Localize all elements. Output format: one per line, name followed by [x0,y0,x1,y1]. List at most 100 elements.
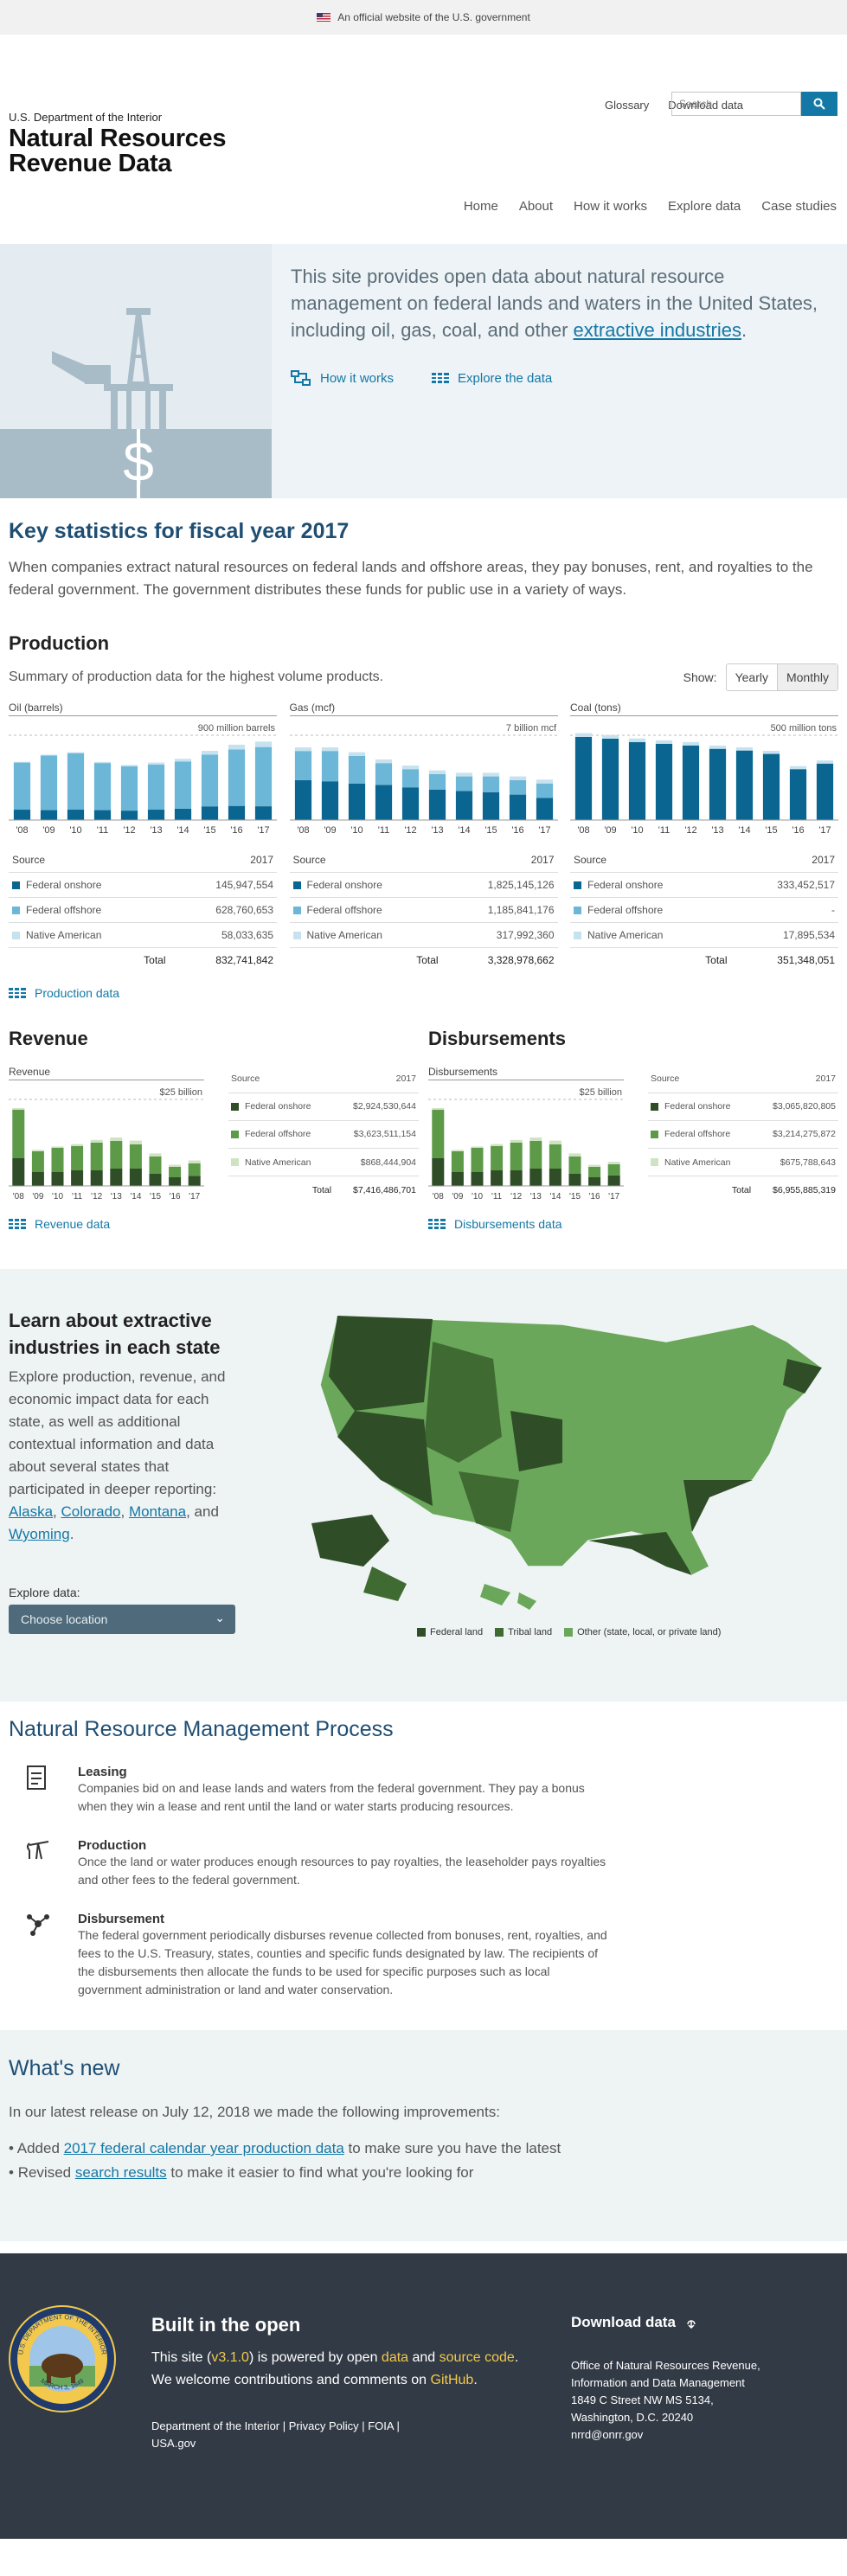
bar-segment[interactable] [12,1110,25,1158]
bar-segment[interactable] [174,759,192,762]
bar-segment[interactable] [510,1143,523,1170]
bar-segment[interactable] [401,787,419,820]
search-input[interactable]: Search [671,92,801,116]
bar-segment[interactable] [510,1139,523,1143]
bar-segment[interactable] [13,810,31,820]
disbursements-data-link[interactable]: Disbursements data [428,1217,838,1231]
bar-segment[interactable] [455,776,472,791]
bar-segment[interactable] [428,773,446,790]
version-link[interactable]: v3.1.0 [211,2350,249,2365]
bar-segment[interactable] [510,1170,523,1186]
colorado-link[interactable]: Colorado [61,1503,120,1520]
bar-segment[interactable] [169,1167,182,1177]
bar-segment[interactable] [709,748,727,820]
bar-segment[interactable] [174,761,192,809]
bar-segment[interactable] [188,1163,201,1176]
bar-segment[interactable] [254,747,273,807]
bar-segment[interactable] [375,759,392,764]
bar-segment[interactable] [682,741,700,746]
email-link[interactable]: nrrd@onrr.gov [571,2426,760,2444]
bar-segment[interactable] [401,766,419,770]
bar-segment[interactable] [110,1169,123,1186]
site-title[interactable]: Natural Resources Revenue Data [9,126,226,176]
bar-segment[interactable] [147,764,165,811]
bar-segment[interactable] [228,744,246,750]
bar-segment[interactable] [451,1172,464,1186]
bar-segment[interactable] [31,1150,44,1151]
location-select[interactable]: Choose location ⌄ [9,1605,235,1634]
bar-segment[interactable] [254,741,273,747]
bar-segment[interactable] [120,765,138,766]
bar-segment[interactable] [816,760,834,764]
bar-segment[interactable] [321,781,338,820]
footer-download-link[interactable]: Download data [571,2314,698,2331]
bar-segment[interactable] [348,784,365,820]
bar-segment[interactable] [401,769,419,788]
bar-segment[interactable] [529,1141,542,1169]
bar-segment[interactable] [93,761,112,764]
bar-segment[interactable] [13,762,31,811]
bar-segment[interactable] [294,747,311,752]
bar-segment[interactable] [491,1170,504,1186]
bar-segment[interactable] [71,1146,84,1170]
bar-segment[interactable] [789,769,807,820]
bar-segment[interactable] [71,1170,84,1186]
production-data-link[interactable]: Production data [9,986,838,1000]
bar-segment[interactable] [31,1151,44,1172]
bar-segment[interactable] [149,1157,162,1174]
bar-segment[interactable] [428,770,446,774]
bar-segment[interactable] [568,1153,581,1157]
bar-segment[interactable] [491,1144,504,1146]
open-data-link[interactable]: data [382,2350,408,2365]
nav-case-studies[interactable]: Case studies [761,199,837,214]
usa-gov-link[interactable]: USA.gov [151,2435,400,2452]
bar-segment[interactable] [67,753,85,811]
bar-segment[interactable] [228,805,246,820]
bar-segment[interactable] [40,755,58,811]
bar-segment[interactable] [574,733,593,737]
bar-segment[interactable] [321,747,338,752]
bar-segment[interactable] [321,751,338,782]
bar-segment[interactable] [491,1146,504,1170]
bar-segment[interactable] [451,1150,464,1151]
bar-segment[interactable] [655,743,673,820]
explore-data-link[interactable]: Explore the data [432,371,552,386]
bar-segment[interactable] [601,738,619,820]
bar-segment[interactable] [607,1163,620,1176]
bar-segment[interactable] [13,761,31,763]
bar-segment[interactable] [428,790,446,820]
bar-segment[interactable] [549,1169,561,1186]
bar-segment[interactable] [120,766,138,811]
bar-segment[interactable] [201,754,219,807]
bar-segment[interactable] [120,811,138,820]
bar-segment[interactable] [509,776,526,780]
source-code-link[interactable]: source code [440,2350,515,2365]
bar-segment[interactable] [90,1139,103,1143]
bar-segment[interactable] [12,1108,25,1110]
bar-segment[interactable] [607,1162,620,1164]
montana-link[interactable]: Montana [129,1503,186,1520]
bar-segment[interactable] [201,750,219,755]
bar-segment[interactable] [93,810,112,820]
bar-segment[interactable] [471,1146,484,1148]
bar-segment[interactable] [482,776,499,792]
bar-segment[interactable] [529,1137,542,1141]
bar-segment[interactable] [228,749,246,806]
bar-segment[interactable] [816,763,834,820]
bar-segment[interactable] [628,738,646,742]
bar-segment[interactable] [549,1144,561,1169]
bar-segment[interactable] [588,1167,601,1177]
bar-segment[interactable] [762,753,780,820]
yearly-toggle[interactable]: Yearly [727,664,778,690]
bar-segment[interactable] [432,1108,445,1110]
us-land-map[interactable] [303,1307,831,1623]
bar-segment[interactable] [451,1151,464,1172]
bar-segment[interactable] [588,1164,601,1167]
bar-segment[interactable] [455,791,472,820]
extractive-industries-link[interactable]: extractive industries [574,319,741,341]
bar-segment[interactable] [735,747,754,751]
bar-segment[interactable] [549,1140,561,1144]
bar-segment[interactable] [40,810,58,820]
bar-segment[interactable] [129,1144,142,1169]
bar-segment[interactable] [149,1153,162,1157]
